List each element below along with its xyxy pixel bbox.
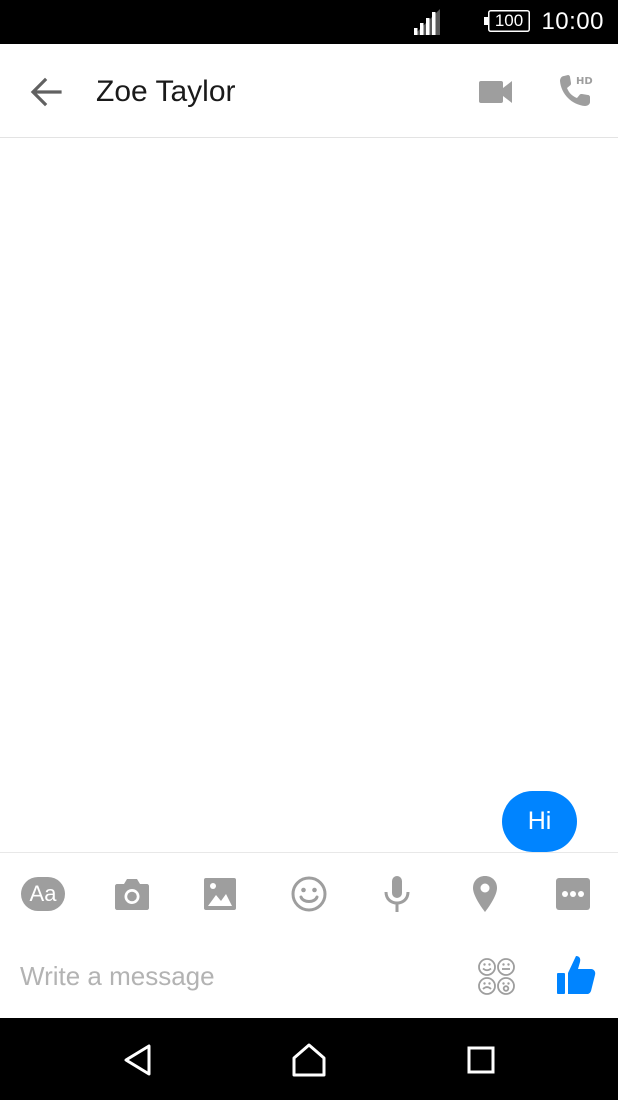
- gallery-button[interactable]: [197, 873, 243, 915]
- arrow-left-icon: [30, 77, 62, 107]
- video-camera-icon: [479, 81, 512, 103]
- nav-back-icon: [124, 1044, 151, 1076]
- microphone-icon: [384, 876, 410, 912]
- system-back-button[interactable]: [118, 1040, 158, 1080]
- nav-recents-icon: [467, 1046, 495, 1074]
- contact-name[interactable]: Zoe Taylor: [96, 72, 236, 112]
- stickers-button[interactable]: [476, 956, 518, 998]
- back-button[interactable]: [24, 70, 68, 114]
- emoji-icon: [291, 876, 327, 912]
- system-home-button[interactable]: [289, 1040, 329, 1080]
- battery-level: 100: [494, 11, 524, 30]
- message-list[interactable]: Hi: [0, 139, 618, 852]
- status-bar: 100 10:00: [0, 0, 618, 44]
- camera-button[interactable]: [109, 873, 155, 915]
- signal-icon: [414, 9, 440, 35]
- outgoing-message-bubble[interactable]: Hi: [502, 791, 577, 852]
- battery-icon: 100: [484, 10, 530, 32]
- hd-voice-call-button[interactable]: HD: [554, 68, 600, 112]
- voice-clip-button[interactable]: [374, 873, 420, 915]
- thumbs-up-icon: [557, 956, 596, 994]
- message-input[interactable]: [20, 954, 440, 998]
- messenger-chat-screen: 100 10:00 Zoe Taylor HD Hi Aa Write a me…: [0, 0, 618, 1100]
- location-pin-icon: [473, 876, 497, 912]
- system-recents-button[interactable]: [461, 1040, 501, 1080]
- emoji-button[interactable]: [286, 873, 332, 915]
- message-composer: [0, 934, 618, 1018]
- svg-text:HD: HD: [576, 76, 593, 87]
- nav-home-icon: [292, 1043, 326, 1077]
- text-format-button[interactable]: Aa: [20, 873, 66, 915]
- composer-toolbar: Aa: [0, 852, 618, 934]
- text-format-label: Aa: [29, 881, 57, 906]
- location-button[interactable]: [462, 873, 508, 915]
- video-call-button[interactable]: [474, 72, 518, 112]
- system-nav-bar: [0, 1018, 618, 1100]
- like-button[interactable]: [554, 952, 598, 998]
- camera-icon: [115, 879, 149, 910]
- stickers-icon: [478, 958, 515, 995]
- phone-hd-icon: HD: [560, 75, 593, 106]
- chat-header: Zoe Taylor HD: [0, 44, 618, 138]
- image-icon: [204, 878, 236, 910]
- more-icon: [556, 878, 590, 910]
- more-options-button[interactable]: [550, 873, 596, 915]
- status-time: 10:00: [541, 8, 604, 35]
